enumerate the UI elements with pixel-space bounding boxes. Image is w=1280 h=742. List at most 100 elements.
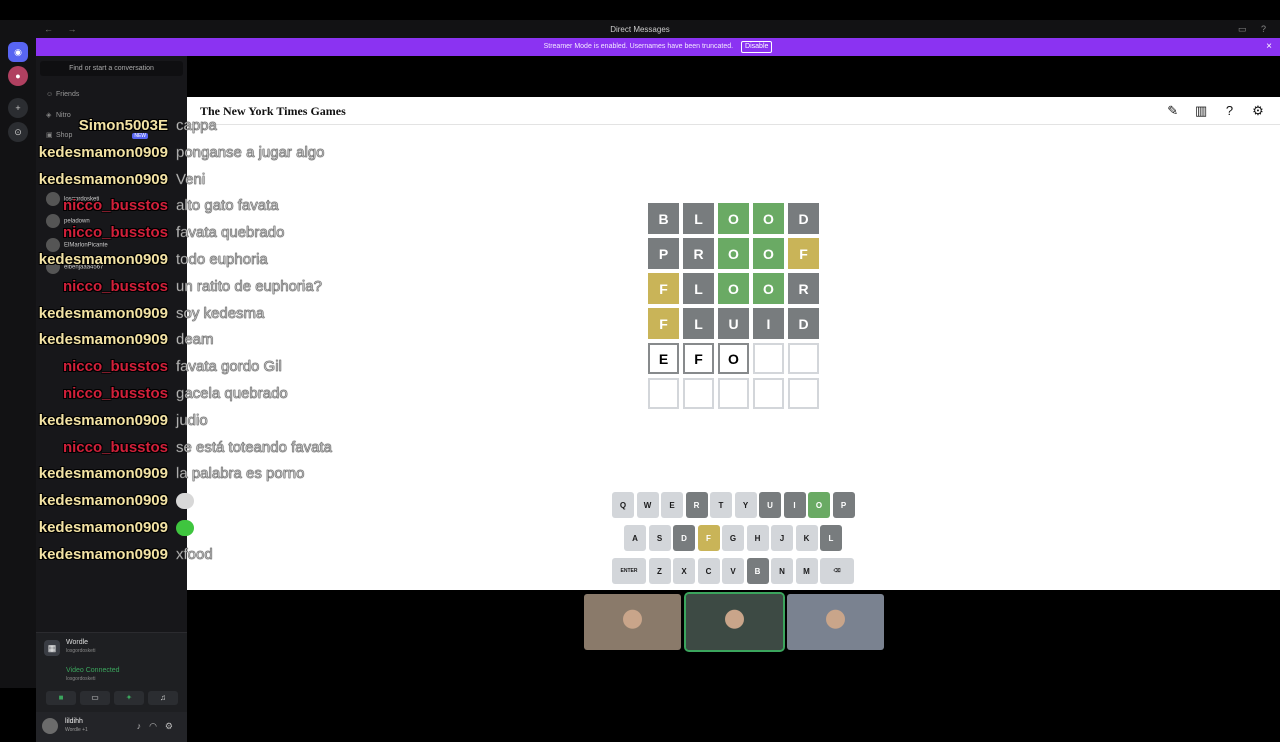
webcam-1[interactable] bbox=[584, 594, 681, 650]
stats-icon[interactable]: ▥ bbox=[1193, 103, 1209, 119]
key-j[interactable]: J bbox=[771, 525, 793, 551]
tile bbox=[788, 343, 819, 374]
headphones-icon[interactable]: ◠ bbox=[149, 721, 165, 731]
activities-button[interactable]: ✦ bbox=[114, 691, 144, 705]
key-enter[interactable]: ENTER bbox=[612, 558, 646, 584]
key-w[interactable]: W bbox=[636, 492, 659, 518]
key-o[interactable]: O bbox=[808, 492, 830, 518]
dm-sidebar: Find or start a conversation ☺ Friends ◈ N… bbox=[36, 56, 187, 742]
key-y[interactable]: Y bbox=[734, 492, 757, 518]
key-g[interactable]: G bbox=[722, 525, 744, 551]
webcam-3[interactable] bbox=[787, 594, 884, 650]
key-a[interactable]: A bbox=[624, 525, 646, 551]
tile: O bbox=[718, 343, 749, 374]
webcam-2[interactable] bbox=[683, 592, 785, 652]
tile: B bbox=[648, 203, 679, 234]
key-f[interactable]: F bbox=[697, 525, 720, 551]
key-z[interactable]: Z bbox=[648, 558, 671, 584]
avatar bbox=[46, 214, 60, 228]
add-server-icon[interactable]: + bbox=[8, 98, 28, 118]
sidebar-item-shop[interactable]: ▣ Shop NEW bbox=[46, 131, 149, 139]
wordle-activity-icon[interactable]: ▦ bbox=[44, 640, 60, 656]
key-c[interactable]: C bbox=[697, 558, 720, 584]
discord-home-icon[interactable]: ◉ bbox=[8, 42, 28, 62]
user-status: Wordle +1 bbox=[65, 727, 88, 733]
key-m[interactable]: M bbox=[795, 558, 818, 584]
nyt-games-logo[interactable]: The New York Times Games bbox=[200, 104, 346, 119]
tile: F bbox=[648, 308, 679, 339]
activity-name: Wordle bbox=[66, 639, 89, 646]
dm-item[interactable]: elbenjaaa4567 bbox=[46, 260, 103, 274]
key-b[interactable]: B bbox=[746, 558, 769, 584]
voice-channel: losgordosketi bbox=[66, 676, 96, 682]
sidebar-item-friends[interactable]: ☺ Friends bbox=[46, 91, 79, 98]
dm-item[interactable]: losgordosketi bbox=[46, 192, 99, 206]
tile: L bbox=[683, 308, 714, 339]
screen-share-button[interactable]: ▭ bbox=[80, 691, 110, 705]
server-icon[interactable]: ● bbox=[8, 66, 28, 86]
tile: F bbox=[683, 343, 714, 374]
tile: L bbox=[683, 203, 714, 234]
disable-button[interactable]: Disable bbox=[741, 41, 773, 53]
tile: I bbox=[753, 308, 784, 339]
key-backspace[interactable]: ⌫ bbox=[820, 558, 854, 584]
key-h[interactable]: H bbox=[746, 525, 769, 551]
tile bbox=[718, 378, 749, 409]
sidebar-item-nitro[interactable]: ◈ Nitro bbox=[46, 111, 71, 119]
settings-icon[interactable]: ⚙ bbox=[1250, 103, 1266, 119]
tile: O bbox=[718, 203, 749, 234]
nyt-header: The New York Times Games ✎ ▥ ? ⚙ bbox=[187, 97, 1280, 125]
window-titlebar: ← → Direct Messages ▭ ? bbox=[0, 20, 1280, 38]
voice-status: Video Connected bbox=[66, 667, 120, 674]
friends-icon: ☺ bbox=[46, 91, 54, 98]
dm-item[interactable]: peladown bbox=[46, 214, 90, 228]
lightbulb-icon[interactable]: ✎ bbox=[1165, 103, 1181, 119]
key-d[interactable]: D bbox=[673, 525, 695, 551]
key-x[interactable]: X bbox=[673, 558, 695, 584]
server-rail: ◉ ● + ⊙ bbox=[0, 38, 36, 688]
key-i[interactable]: I bbox=[783, 492, 806, 518]
user-panel: lildihh Wordle +1 ♪◠⚙ bbox=[36, 712, 187, 742]
tile: F bbox=[788, 238, 819, 269]
mic-icon[interactable]: ♪ bbox=[137, 721, 150, 731]
explore-icon[interactable]: ⊙ bbox=[8, 122, 28, 142]
key-l[interactable]: L bbox=[820, 525, 842, 551]
key-t[interactable]: T bbox=[710, 492, 732, 518]
tile: O bbox=[753, 273, 784, 304]
tile: O bbox=[753, 203, 784, 234]
tile: R bbox=[788, 273, 819, 304]
tile: D bbox=[788, 203, 819, 234]
find-conversation-input[interactable]: Find or start a conversation bbox=[40, 61, 183, 76]
tile: O bbox=[718, 238, 749, 269]
tile bbox=[648, 378, 679, 409]
key-r[interactable]: R bbox=[685, 492, 708, 518]
shop-icon: ▣ bbox=[46, 132, 53, 139]
key-v[interactable]: V bbox=[722, 558, 744, 584]
gear-icon[interactable]: ⚙ bbox=[165, 721, 181, 731]
tile bbox=[753, 343, 784, 374]
new-badge: NEW bbox=[132, 133, 149, 139]
window-controls[interactable]: ▭ ? bbox=[1238, 24, 1272, 35]
key-u[interactable]: U bbox=[759, 492, 781, 518]
key-k[interactable]: K bbox=[795, 525, 818, 551]
close-icon[interactable]: × bbox=[1266, 38, 1272, 56]
nitro-icon: ◈ bbox=[46, 112, 52, 119]
tile: R bbox=[683, 238, 714, 269]
streamer-mode-banner: Streamer Mode is enabled. Usernames have… bbox=[36, 38, 1280, 56]
key-n[interactable]: N bbox=[771, 558, 793, 584]
help-icon[interactable]: ? bbox=[1222, 103, 1238, 119]
key-s[interactable]: S bbox=[648, 525, 671, 551]
avatar bbox=[46, 192, 60, 206]
dm-item[interactable]: ElMarlonPicante bbox=[46, 238, 108, 252]
tile: O bbox=[753, 238, 784, 269]
key-q[interactable]: Q bbox=[612, 492, 634, 518]
key-e[interactable]: E bbox=[661, 492, 683, 518]
camera-button[interactable]: ■ bbox=[46, 691, 76, 705]
soundboard-button[interactable]: ♫ bbox=[148, 691, 178, 705]
voice-panel: ▦ Wordle losgordosketi Video Connected l… bbox=[36, 632, 187, 712]
avatar[interactable] bbox=[42, 718, 58, 734]
banner-text: Streamer Mode is enabled. Usernames have… bbox=[543, 43, 734, 50]
user-controls[interactable]: ♪◠⚙ bbox=[137, 721, 181, 732]
tile: P bbox=[648, 238, 679, 269]
key-p[interactable]: P bbox=[832, 492, 855, 518]
